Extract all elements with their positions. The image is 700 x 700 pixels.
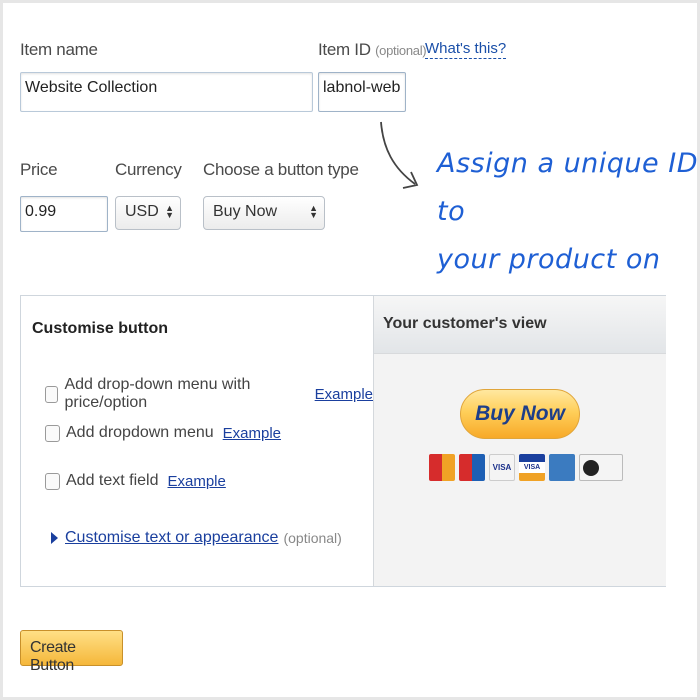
item-name-label: Item name [20,40,98,59]
button-type-label: Choose a button type [203,160,359,179]
customise-panel: Customise button Add drop-down menu with… [20,295,666,587]
card-logos: VISA VISA [429,454,623,481]
select-arrows-icon: ▲ ▼ [309,203,318,220]
currency-select[interactable]: USD ▲ ▼ [115,196,181,230]
amex-icon [549,454,575,481]
annotation-line-1: Assign a unique ID to [437,148,698,227]
text-field-checkbox[interactable] [45,472,60,490]
currency-selected-value: USD [125,203,159,220]
price-label: Price [20,160,58,179]
example-link[interactable]: Example [315,386,373,403]
price-dropdown-checkbox[interactable] [45,385,59,403]
option-label: Add dropdown menu [66,424,214,441]
option-label: Add text field [66,472,159,489]
buy-now-preview-button[interactable]: Buy Now [460,389,580,439]
mastercard-icon [429,454,455,481]
customise-title: Customise button [32,320,168,337]
customise-appearance-toggle[interactable]: Customise text or appearance (optional) [51,529,342,547]
create-button[interactable]: Create Button [20,630,123,674]
item-id-label-group: Item ID (optional) [318,40,427,60]
customer-view-title: Your customer's view [374,296,666,354]
disclosure-triangle-icon [51,532,58,544]
select-arrows-icon: ▲ ▼ [165,203,174,220]
discover-icon [579,454,623,481]
customise-appearance-link[interactable]: Customise text or appearance [65,529,278,547]
item-name-input[interactable]: Website Collection [20,72,313,112]
customer-view-section: Your customer's view Buy Now VISA VISA [373,296,666,586]
customise-section: Customise button Add drop-down menu with… [21,296,373,586]
option-label: Add drop-down menu with price/option [64,376,251,411]
button-type-selected-value: Buy Now [213,203,278,220]
option-row-text-field: Add text field Example [45,472,226,490]
currency-label: Currency [115,160,182,179]
example-link[interactable]: Example [223,425,281,442]
visa-icon: VISA [489,454,515,481]
option-row-dropdown: Add dropdown menu Example [45,424,281,442]
example-link[interactable]: Example [168,473,226,490]
price-input[interactable]: 0.99 [20,196,108,232]
item-id-input[interactable]: labnol-web [318,72,406,112]
maestro-icon [459,454,485,481]
option-row-price-dropdown: Add drop-down menu with price/option Exa… [45,376,373,412]
appearance-optional-text: (optional) [283,530,342,546]
whats-this-link[interactable]: What's this? [425,40,507,59]
button-type-select[interactable]: Buy Now ▲ ▼ [203,196,325,230]
dropdown-checkbox[interactable] [45,424,60,442]
item-id-optional-text: (optional) [375,43,427,58]
visa-electron-icon: VISA [519,454,545,481]
item-id-label: Item ID [318,40,371,59]
annotation-arrow-icon [380,121,419,189]
